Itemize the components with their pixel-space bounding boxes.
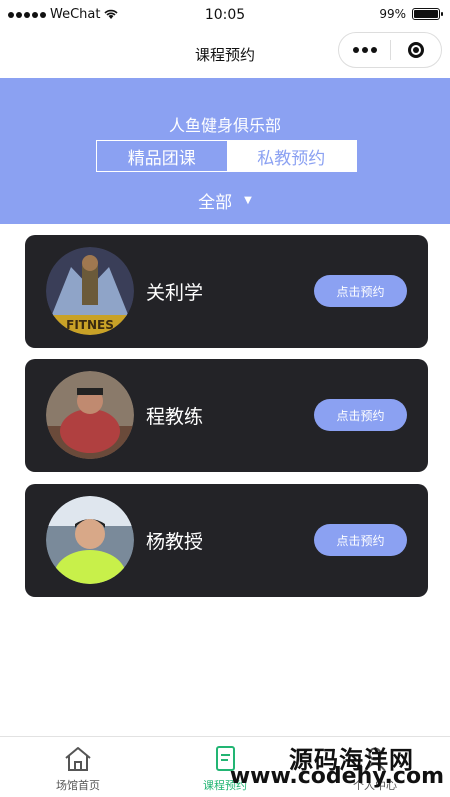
avatar [46, 371, 134, 459]
tab-home[interactable]: 场馆首页 [23, 737, 133, 797]
home-icon [65, 747, 91, 771]
tab-label: 场馆首页 [56, 779, 100, 792]
filter-dropdown[interactable]: 全部 ▼ [0, 188, 450, 213]
club-name: 人鱼健身俱乐部 [168, 116, 281, 135]
avatar: FITNES [46, 247, 134, 335]
watermark-url: www.codehy.com [229, 764, 444, 789]
nav-bar: 课程预约 [0, 30, 450, 78]
book-button[interactable]: 点击预约 [314, 275, 407, 307]
caret-down-icon: ▼ [244, 195, 252, 206]
coach-name: 程教练 [146, 406, 204, 428]
battery-icon [412, 8, 443, 20]
tab-group-classes[interactable]: 精品团课 [97, 141, 227, 171]
book-button[interactable]: 点击预约 [314, 524, 407, 556]
coach-name: 关利学 [146, 282, 204, 304]
tab-private-booking[interactable]: 私教预约 [226, 141, 356, 171]
more-options-icon[interactable] [339, 47, 390, 53]
coach-card[interactable]: FITNES 关利学 点击预约 [25, 235, 428, 348]
book-button[interactable]: 点击预约 [314, 399, 407, 431]
status-right: 99% [379, 7, 443, 21]
coach-name: 杨教授 [146, 531, 204, 553]
category-segmented-control: 精品团课 私教预约 [96, 140, 357, 172]
filter-label: 全部 [198, 193, 233, 213]
close-target-icon[interactable] [391, 42, 441, 58]
coach-card[interactable]: 程教练 点击预约 [25, 359, 428, 472]
watermark: 源码海洋网 www.codehy.com [230, 740, 444, 792]
status-bar: WeChat 10:05 99% [0, 0, 450, 30]
mini-program-capsule [338, 32, 442, 68]
header-banner: 人鱼健身俱乐部 精品团课 私教预约 全部 ▼ [0, 78, 450, 224]
svg-text:FITNES: FITNES [66, 318, 114, 332]
battery-percent: 99% [379, 7, 406, 21]
avatar [46, 496, 134, 584]
coach-card[interactable]: 杨教授 点击预约 [25, 484, 428, 597]
